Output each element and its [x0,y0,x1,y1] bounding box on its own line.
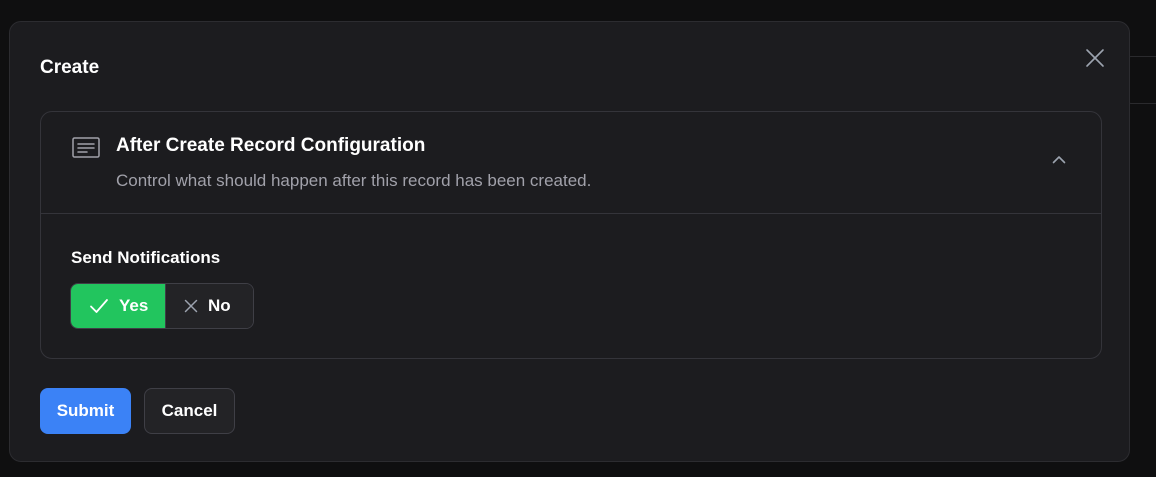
section-title: After Create Record Configuration [116,135,426,156]
toggle-option-yes[interactable]: Yes [71,284,165,328]
send-notifications-label: Send Notifications [71,248,221,267]
section-header[interactable]: After Create Record Configuration Contro… [41,112,1101,214]
close-button[interactable] [1083,46,1107,70]
close-icon [1086,49,1104,67]
x-icon [184,299,198,313]
toggle-option-label: No [208,296,231,315]
send-notifications-toggle: Yes No [70,283,254,329]
check-icon [90,299,108,313]
collapse-toggle[interactable] [1049,150,1069,170]
section-description: Control what should happen after this re… [116,171,592,190]
after-create-section: After Create Record Configuration Contro… [40,111,1102,359]
submit-button[interactable]: Submit [40,388,131,434]
toggle-option-no[interactable]: No [165,284,253,328]
modal-title: Create [40,57,100,78]
create-modal: Create After Create Record Configuration… [9,21,1130,462]
document-text-icon [72,137,100,158]
toggle-option-label: Yes [119,296,149,315]
chevron-up-icon [1052,156,1066,164]
cancel-button[interactable]: Cancel [144,388,235,434]
